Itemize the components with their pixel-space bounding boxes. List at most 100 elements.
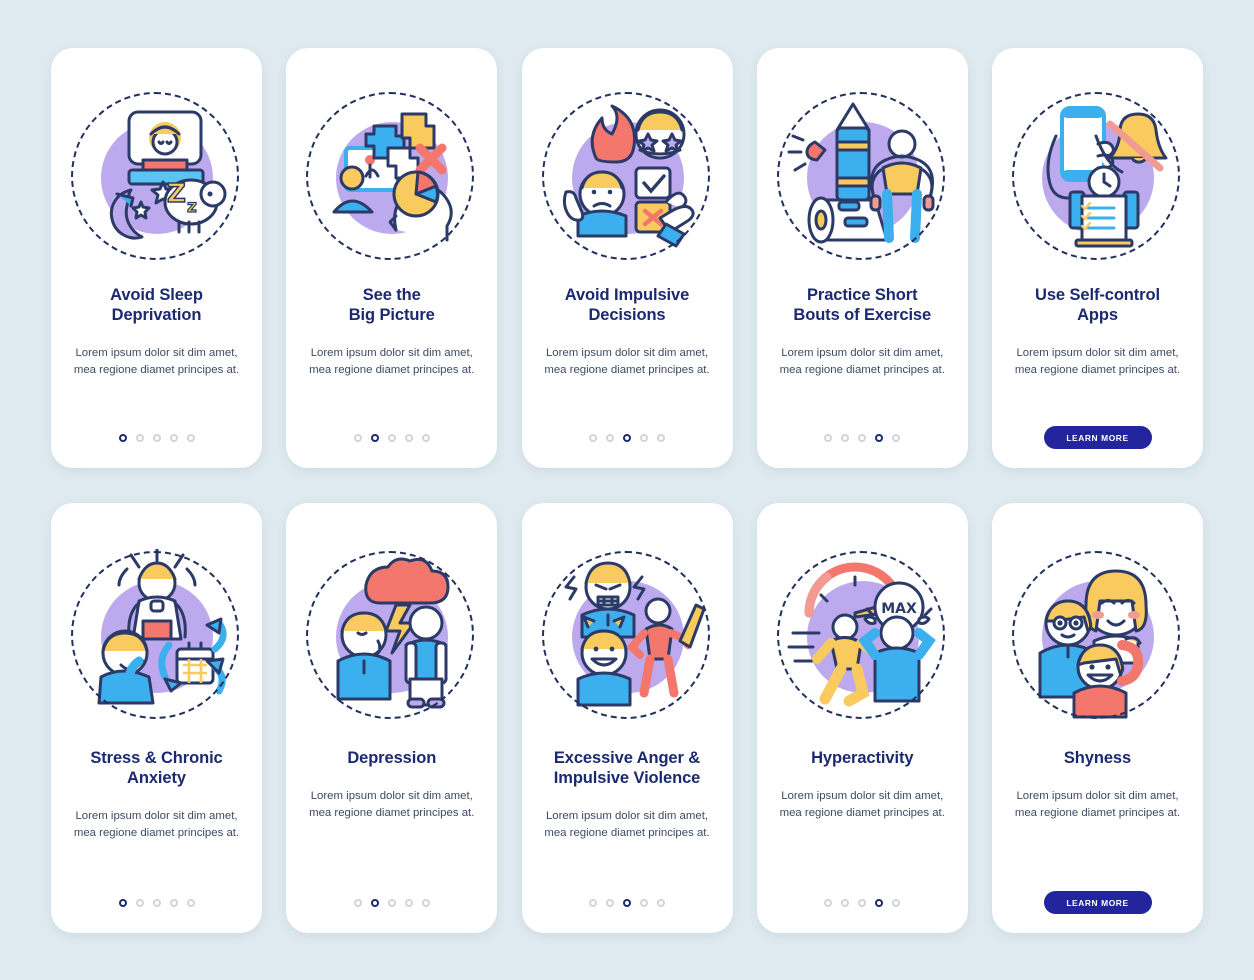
pagination-dot[interactable] <box>606 434 614 442</box>
pagination-dots <box>51 899 262 907</box>
pagination-dot[interactable] <box>892 434 901 442</box>
pagination-dot[interactable] <box>892 899 901 907</box>
onboarding-card: See the Big Picture Lorem ipsum dolor sit … <box>286 48 498 468</box>
pagination-dot[interactable] <box>657 899 665 907</box>
dashed-circle-border <box>1012 551 1180 719</box>
onboarding-card: Practice Short Bouts of Exercise Lorem ips… <box>756 48 968 468</box>
dashed-circle-border <box>776 551 945 719</box>
shyness-illustration <box>1010 549 1185 724</box>
sleep-deprivation-illustration: Z z <box>69 90 244 265</box>
pagination-dot[interactable] <box>404 899 413 907</box>
pagination-dot[interactable] <box>858 434 867 442</box>
pagination-dot-active[interactable] <box>370 434 379 442</box>
card-row-1: Z z Avoid Sleep Deprivation Lorem ipsum dol… <box>51 48 1203 468</box>
impulsive-decisions-illustration <box>540 90 715 265</box>
dashed-circle-border <box>541 92 710 260</box>
dashed-circle-border <box>1012 92 1180 260</box>
dashed-circle-border <box>306 551 475 719</box>
pagination-dot[interactable] <box>589 899 597 907</box>
pagination-dot-active[interactable] <box>623 434 631 442</box>
pagination-dot[interactable] <box>858 899 867 907</box>
card-row-2: Stress & Chronic Anxiety Lorem ipsum dolor… <box>51 503 1203 933</box>
pagination-dot-active[interactable] <box>875 434 884 442</box>
pagination-dot[interactable] <box>404 434 413 442</box>
pagination-dots <box>757 434 968 442</box>
big-picture-illustration <box>304 90 479 265</box>
card-title: Avoid Impulsive Decisions <box>564 286 690 325</box>
pagination-dot[interactable] <box>841 899 850 907</box>
anger-violence-illustration <box>540 549 715 724</box>
pagination-dots <box>522 899 733 907</box>
onboarding-screens-board: Z z Avoid Sleep Deprivation Lorem ipsum dol… <box>0 0 1254 980</box>
pagination-dot[interactable] <box>186 899 195 907</box>
pagination-dot-active[interactable] <box>370 899 379 907</box>
pagination-dot[interactable] <box>421 899 430 907</box>
pagination-dot-active[interactable] <box>118 899 127 907</box>
card-title: Excessive Anger & Impulsive Violence <box>553 749 701 788</box>
card-title: Practice Short Bouts of Exercise <box>793 286 932 325</box>
card-body-text: Lorem ipsum dolor sit dim amet, mea regi… <box>1014 790 1181 819</box>
pagination-dots <box>286 434 497 442</box>
pagination-dot[interactable] <box>169 434 178 442</box>
card-title: Shyness <box>1063 749 1132 767</box>
card-title: Use Self-control Apps <box>1035 286 1160 325</box>
pagination-dots <box>757 899 968 907</box>
pagination-dot[interactable] <box>186 434 195 442</box>
onboarding-card: Z z Avoid Sleep Deprivation Lorem ipsum dol… <box>51 48 262 468</box>
card-body-text: Lorem ipsum dolor sit dim amet, mea regi… <box>779 347 945 376</box>
pagination-dot[interactable] <box>353 899 362 907</box>
pagination-dot-active[interactable] <box>623 899 631 907</box>
pagination-dot[interactable] <box>135 899 144 907</box>
card-body-text: Lorem ipsum dolor sit dim amet, mea regi… <box>544 810 710 839</box>
pagination-dot[interactable] <box>135 434 144 442</box>
pagination-dot[interactable] <box>640 899 648 907</box>
stress-anxiety-illustration <box>69 549 244 724</box>
pagination-dot-active[interactable] <box>118 434 127 442</box>
card-body-text: Lorem ipsum dolor sit dim amet, mea regi… <box>309 347 475 376</box>
card-title: Depression <box>347 749 437 767</box>
pagination-dot[interactable] <box>640 434 648 442</box>
card-body-text: Lorem ipsum dolor sit dim amet, mea regi… <box>73 810 240 839</box>
pagination-dot[interactable] <box>387 434 396 442</box>
onboarding-card: MAX Hyperactivity Lorem ipsum dolor sit d… <box>756 503 968 933</box>
card-body-text: Lorem ipsum dolor sit dim amet, mea regi… <box>779 790 945 819</box>
pagination-dots <box>286 899 497 907</box>
self-control-apps-illustration <box>1010 90 1185 265</box>
card-body-text: Lorem ipsum dolor sit dim amet, mea regi… <box>73 347 240 376</box>
card-title: Hyperactivity <box>811 749 914 767</box>
onboarding-card: Stress & Chronic Anxiety Lorem ipsum dolor… <box>51 503 262 933</box>
dashed-circle-border <box>71 551 239 719</box>
dashed-circle-border <box>71 92 239 260</box>
pagination-dots <box>522 434 733 442</box>
pagination-dot[interactable] <box>353 434 362 442</box>
card-title: See the Big Picture <box>348 286 435 325</box>
learn-more-button[interactable]: LEARN MORE <box>1043 891 1152 914</box>
pagination-dot[interactable] <box>606 899 614 907</box>
onboarding-card: Avoid Impulsive Decisions Lorem ipsum dolo… <box>521 48 733 468</box>
pagination-dot[interactable] <box>421 434 430 442</box>
onboarding-card: Use Self-control Apps Lorem ipsum dolor si… <box>992 48 1203 468</box>
onboarding-card: Depression Lorem ipsum dolor sit dim amet… <box>286 503 498 933</box>
dashed-circle-border <box>541 551 710 719</box>
dashed-circle-border <box>776 92 945 260</box>
short-exercise-illustration <box>775 90 950 265</box>
pagination-dot[interactable] <box>657 434 665 442</box>
pagination-dot[interactable] <box>824 899 833 907</box>
learn-more-button[interactable]: LEARN MORE <box>1043 426 1152 449</box>
card-body-text: Lorem ipsum dolor sit dim amet, mea regi… <box>1014 347 1181 376</box>
pagination-dot[interactable] <box>841 434 850 442</box>
card-title: Stress & Chronic Anxiety <box>90 749 223 788</box>
pagination-dots <box>51 434 262 442</box>
card-body-text: Lorem ipsum dolor sit dim amet, mea regi… <box>309 790 475 819</box>
pagination-dot[interactable] <box>824 434 833 442</box>
pagination-dot[interactable] <box>387 899 396 907</box>
onboarding-card: Shyness Lorem ipsum dolor sit dim amet, m… <box>992 503 1203 933</box>
pagination-dot[interactable] <box>169 899 178 907</box>
depression-illustration <box>304 549 479 724</box>
onboarding-card: Excessive Anger & Impulsive Violence Lorem… <box>521 503 733 933</box>
card-title: Avoid Sleep Deprivation <box>110 286 203 325</box>
pagination-dot[interactable] <box>589 434 597 442</box>
pagination-dot[interactable] <box>152 434 161 442</box>
pagination-dot-active[interactable] <box>875 899 884 907</box>
pagination-dot[interactable] <box>152 899 161 907</box>
